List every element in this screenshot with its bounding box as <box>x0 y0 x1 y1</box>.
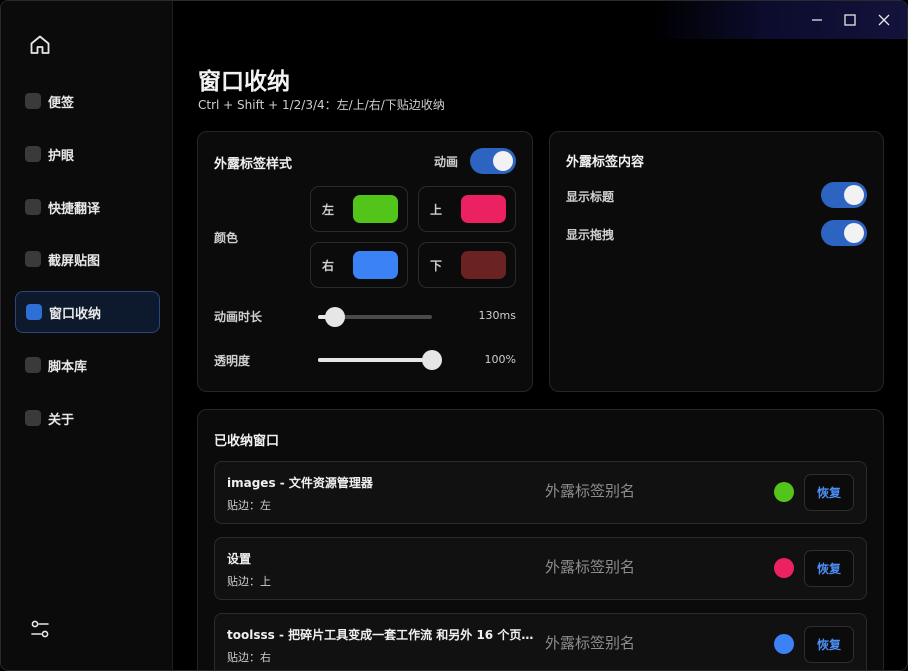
side-label: 右 <box>322 259 335 273</box>
label-style-card: 外露标签样式 动画 颜色 左 上 右 下 动画时长 130ms 透明度 100% <box>197 131 533 392</box>
sidebar-item-eye-care[interactable]: 护眼 <box>15 133 160 175</box>
sidebar-item-label: 窗口收纳 <box>49 306 102 322</box>
color-swatch <box>353 195 398 223</box>
stored-windows-card: 已收纳窗口 images - 文件资源管理器 贴边：左 恢复 设置 贴边：上 恢… <box>197 409 884 670</box>
label-content-card: 外露标签内容 显示标题 显示拖拽 <box>549 131 884 392</box>
sidebar: 便签 护眼 快捷翻译 截屏贴图 窗口收纳 脚本库 关于 <box>1 1 173 670</box>
edge-color-dot <box>774 558 794 578</box>
duration-value: 130ms <box>478 309 516 322</box>
restore-button[interactable]: 恢复 <box>804 626 854 663</box>
sidebar-item-notes[interactable]: 便签 <box>15 80 160 122</box>
duration-label: 动画时长 <box>214 310 263 324</box>
page-title: 窗口收纳 <box>198 69 290 95</box>
left-color-picker[interactable]: 左 <box>310 186 408 232</box>
alias-input[interactable] <box>545 634 745 652</box>
right-color-picker[interactable]: 右 <box>310 242 408 288</box>
color-swatch <box>461 195 506 223</box>
sidebar-item-screenshot-pin[interactable]: 截屏贴图 <box>15 238 160 280</box>
sidebar-item-label: 快捷翻译 <box>48 201 101 217</box>
notes-icon <box>25 93 41 109</box>
minimize-icon <box>812 19 822 21</box>
slider-fill <box>318 358 432 362</box>
stored-window-row: 设置 贴边：上 恢复 <box>214 537 867 600</box>
side-label: 左 <box>322 203 335 217</box>
window-edge: 贴边：上 <box>227 575 271 588</box>
opacity-slider[interactable] <box>318 350 442 370</box>
top-color-picker[interactable]: 上 <box>418 186 516 232</box>
sidebar-item-window-stash[interactable]: 窗口收纳 <box>15 291 160 333</box>
settings-button[interactable] <box>30 619 50 639</box>
window-title: images - 文件资源管理器 <box>227 476 373 490</box>
edge-color-dot <box>774 634 794 654</box>
sidebar-item-script-library[interactable]: 脚本库 <box>15 344 160 386</box>
opacity-value: 100% <box>484 353 516 366</box>
edge-color-dot <box>774 482 794 502</box>
animation-toggle[interactable] <box>470 148 516 174</box>
script-icon <box>25 357 41 373</box>
eye-care-icon <box>25 146 41 162</box>
maximize-button[interactable] <box>838 9 862 31</box>
about-icon <box>25 410 41 426</box>
screenshot-icon <box>25 251 41 267</box>
minimize-button[interactable] <box>805 9 829 31</box>
color-swatch <box>353 251 398 279</box>
alias-input[interactable] <box>545 558 745 576</box>
card-title: 已收纳窗口 <box>214 434 280 449</box>
color-label: 颜色 <box>214 231 239 245</box>
sliders-icon <box>31 620 49 638</box>
opacity-label: 透明度 <box>214 354 251 368</box>
sidebar-item-label: 关于 <box>48 412 75 428</box>
side-label: 下 <box>430 259 443 273</box>
maximize-icon <box>844 14 856 26</box>
sidebar-item-label: 护眼 <box>48 148 75 164</box>
sidebar-item-quick-translate[interactable]: 快捷翻译 <box>15 186 160 228</box>
sidebar-item-label: 脚本库 <box>48 359 88 375</box>
window-stash-icon <box>26 304 42 320</box>
animation-label: 动画 <box>434 155 459 169</box>
home-icon <box>30 35 50 54</box>
stored-window-row: toolsss - 把碎片工具变成一套工作流 和另外 16 个页面 - 个人 -… <box>214 613 867 670</box>
show-drag-label: 显示拖拽 <box>566 228 615 242</box>
color-swatch <box>461 251 506 279</box>
show-title-toggle[interactable] <box>821 182 867 208</box>
show-title-label: 显示标题 <box>566 190 615 204</box>
sidebar-item-about[interactable]: 关于 <box>15 397 160 439</box>
duration-slider[interactable] <box>318 307 432 327</box>
translate-icon <box>25 199 41 215</box>
toggle-knob <box>844 223 864 243</box>
restore-button[interactable]: 恢复 <box>804 550 854 587</box>
close-button[interactable] <box>872 9 896 31</box>
slider-thumb[interactable] <box>325 307 346 327</box>
card-title: 外露标签样式 <box>214 157 293 172</box>
toggle-knob <box>844 185 864 205</box>
bottom-color-picker[interactable]: 下 <box>418 242 516 288</box>
window-title: 设置 <box>227 552 252 566</box>
side-label: 上 <box>430 203 443 217</box>
alias-input[interactable] <box>545 482 745 500</box>
stored-window-row: images - 文件资源管理器 贴边：左 恢复 <box>214 461 867 524</box>
titlebar <box>651 1 907 39</box>
toggle-knob <box>493 151 513 171</box>
window-edge: 贴边：左 <box>227 499 271 512</box>
close-icon <box>878 14 890 26</box>
show-drag-toggle[interactable] <box>821 220 867 246</box>
restore-button[interactable]: 恢复 <box>804 474 854 511</box>
sidebar-item-label: 截屏贴图 <box>48 253 101 269</box>
card-title: 外露标签内容 <box>566 155 645 170</box>
page-subtitle: Ctrl + Shift + 1/2/3/4：左/上/右/下贴边收纳 <box>198 98 445 112</box>
window-title: toolsss - 把碎片工具变成一套工作流 和另外 16 个页面 - 个人 -… <box>227 628 537 642</box>
app-window: 便签 护眼 快捷翻译 截屏贴图 窗口收纳 脚本库 关于 窗口收纳 Ctrl + … <box>0 0 908 671</box>
slider-thumb[interactable] <box>422 350 442 370</box>
sidebar-item-label: 便签 <box>48 95 75 111</box>
home-button[interactable] <box>28 33 52 57</box>
window-edge: 贴边：右 <box>227 651 271 664</box>
